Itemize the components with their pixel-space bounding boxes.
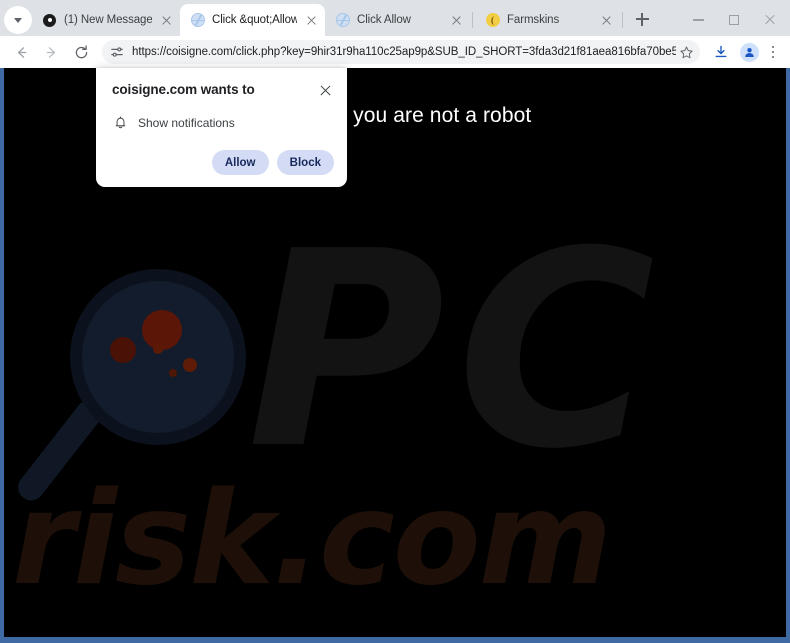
tab-title: Farmskins xyxy=(507,14,560,26)
window-controls xyxy=(680,4,790,36)
dialog-title: coisigne.com wants to xyxy=(112,82,255,97)
address-bar[interactable]: https://coisigne.com/click.php?key=9hir3… xyxy=(102,40,700,64)
url-text: https://coisigne.com/click.php?key=9hir3… xyxy=(132,46,676,58)
block-button[interactable]: Block xyxy=(276,150,334,175)
permission-row: Show notifications xyxy=(112,114,333,131)
reload-icon xyxy=(75,44,87,58)
blue-globe-icon xyxy=(335,13,350,28)
tab-title: (1) New Message! xyxy=(64,14,152,26)
forward-button[interactable] xyxy=(38,39,64,65)
magnifier-with-germs-icon xyxy=(12,263,271,533)
tab-strip: (1) New Message! Click &quot;Allow&qu Cl… xyxy=(0,0,790,36)
permission-label: Show notifications xyxy=(138,115,235,130)
tab-close-icon[interactable] xyxy=(448,12,464,28)
tab-title: Click Allow xyxy=(357,14,411,26)
profile-button[interactable] xyxy=(736,39,762,65)
tab-close-icon[interactable] xyxy=(598,12,614,28)
notification-permission-dialog: coisigne.com wants to Show notifications… xyxy=(96,68,347,187)
downloads-button[interactable] xyxy=(708,39,734,65)
dark-circle-dot-icon xyxy=(42,13,57,28)
tab-farmskins[interactable]: ( Farmskins xyxy=(475,4,620,36)
new-tab-button[interactable] xyxy=(628,5,656,33)
dialog-actions: Allow Block xyxy=(211,150,334,175)
tab-close-icon[interactable] xyxy=(303,12,319,28)
watermark-pc: PC xyxy=(247,193,668,508)
star-icon[interactable] xyxy=(676,42,696,62)
browser-window: (1) New Message! Click &quot;Allow&qu Cl… xyxy=(0,0,790,643)
allow-button[interactable]: Allow xyxy=(211,150,269,175)
forward-arrow-icon xyxy=(46,46,55,58)
tab-title: Click &quot;Allow&qu xyxy=(212,14,297,26)
tab-new-message[interactable]: (1) New Message! xyxy=(32,4,180,36)
bell-icon xyxy=(112,114,129,131)
tune-icon[interactable] xyxy=(107,43,126,62)
reload-button[interactable] xyxy=(68,39,94,65)
tab-list: (1) New Message! Click &quot;Allow&qu Cl… xyxy=(32,0,656,36)
maximize-icon[interactable] xyxy=(716,5,752,35)
tab-separator xyxy=(622,12,623,28)
minimize-icon[interactable] xyxy=(680,5,716,35)
tab-click-allow[interactable]: Click Allow xyxy=(325,4,470,36)
close-icon[interactable] xyxy=(317,83,333,99)
tab-click-allow-quot[interactable]: Click &quot;Allow&qu xyxy=(180,4,325,36)
gold-coin-icon: ( xyxy=(485,13,500,28)
back-button[interactable] xyxy=(8,39,34,65)
tab-close-icon[interactable] xyxy=(158,12,174,28)
download-icon xyxy=(715,45,727,58)
chevron-down-icon xyxy=(14,17,22,23)
three-dot-menu-icon[interactable] xyxy=(762,41,784,63)
person-avatar-icon xyxy=(739,42,759,62)
blue-globe-icon xyxy=(190,13,205,28)
dialog-header: coisigne.com wants to xyxy=(112,82,333,99)
browser-toolbar: https://coisigne.com/click.php?key=9hir3… xyxy=(0,36,790,68)
back-arrow-icon xyxy=(17,46,26,58)
close-icon[interactable] xyxy=(752,5,788,35)
tab-search-button[interactable] xyxy=(4,6,32,34)
tab-separator xyxy=(472,12,473,28)
